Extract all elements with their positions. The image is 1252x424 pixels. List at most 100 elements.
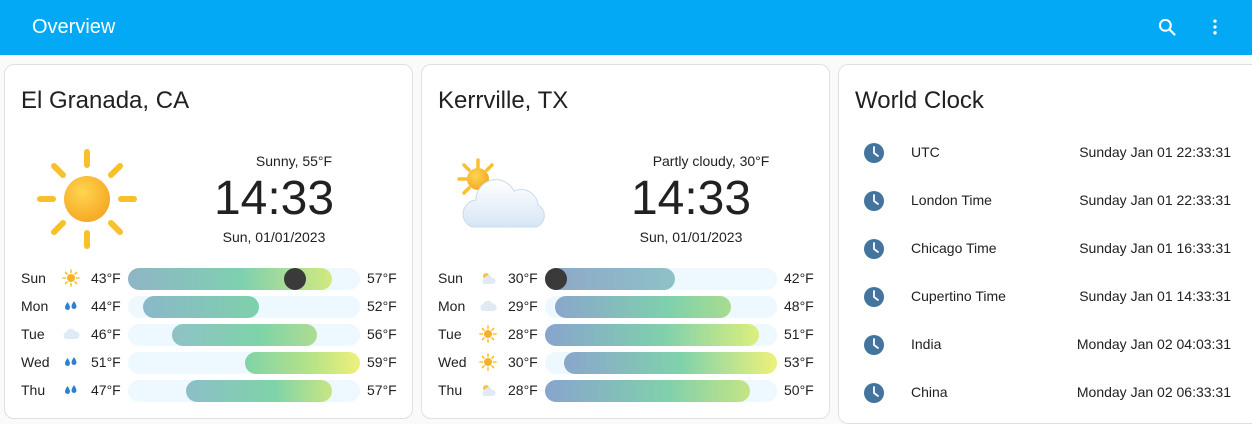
clock-name: India xyxy=(911,336,942,352)
temperature-range-bar xyxy=(128,352,360,374)
clock-icon xyxy=(864,191,884,211)
clock-icon xyxy=(864,143,884,163)
forecast-low: 44°F xyxy=(91,298,121,314)
partly-cloudy-icon xyxy=(482,385,496,396)
clock-icon xyxy=(864,287,884,307)
clock-row: India Monday Jan 02 04:03:31 xyxy=(863,332,1233,358)
forecast-day: Wed xyxy=(21,354,50,370)
current-time: 14:33 xyxy=(630,172,752,225)
temperature-range-bar xyxy=(545,268,777,290)
clock-row: London Time Sunday Jan 01 22:33:31 xyxy=(863,188,1233,214)
temperature-range-bar xyxy=(128,296,360,318)
forecast-high: 42°F xyxy=(784,270,814,286)
forecast-high: 51°F xyxy=(784,326,814,342)
current-date: Sun, 01/01/2023 xyxy=(639,229,743,245)
current-date: Sun, 01/01/2023 xyxy=(222,229,326,245)
sunny-icon xyxy=(479,325,497,343)
temperature-range-bar xyxy=(545,380,777,402)
clock-row: UTC Sunday Jan 01 22:33:31 xyxy=(863,140,1233,166)
forecast-high: 53°F xyxy=(784,354,814,370)
clock-time: Sunday Jan 01 22:33:31 xyxy=(1079,192,1231,208)
forecast-low: 46°F xyxy=(91,326,121,342)
clock-icon xyxy=(864,335,884,355)
clock-name: London Time xyxy=(911,192,992,208)
clock-name: China xyxy=(911,384,948,400)
forecast-day: Mon xyxy=(438,298,466,314)
current-temperature-marker xyxy=(284,268,306,290)
clock-time: Sunday Jan 01 16:33:31 xyxy=(1079,240,1231,256)
clock-row: Cupertino Time Sunday Jan 01 14:33:31 xyxy=(863,284,1233,310)
partly-cloudy-icon xyxy=(482,273,496,284)
forecast-day: Sun xyxy=(21,270,46,286)
forecast-high: 50°F xyxy=(784,382,814,398)
clock-time: Sunday Jan 01 22:33:31 xyxy=(1079,144,1231,160)
forecast-row: Sun 30°F 42°F xyxy=(438,267,818,290)
rain-icon xyxy=(65,385,77,394)
forecast-day: Tue xyxy=(438,326,462,342)
search-icon xyxy=(1158,18,1176,36)
forecast-day: Thu xyxy=(21,382,46,398)
forecast-high: 59°F xyxy=(367,354,397,370)
forecast-day: Mon xyxy=(21,298,49,314)
forecast-row: Tue 28°F 51°F xyxy=(438,323,818,346)
forecast-high: 56°F xyxy=(367,326,397,342)
forecast-day: Tue xyxy=(21,326,45,342)
sunny-icon xyxy=(62,269,80,287)
top-app-bar: Overview xyxy=(0,0,1252,55)
forecast-day: Sun xyxy=(438,270,463,286)
forecast-row: Tue 46°F 56°F xyxy=(21,323,401,346)
cloudy-icon xyxy=(480,300,497,311)
temperature-range-bar xyxy=(128,268,360,290)
forecast-row: Sun 43°F 57°F xyxy=(21,267,401,290)
forecast-low: 28°F xyxy=(508,326,538,342)
forecast-low: 51°F xyxy=(91,354,121,370)
cloudy-icon xyxy=(63,328,80,339)
more-vertical-icon xyxy=(1213,19,1217,35)
forecast-low: 30°F xyxy=(508,354,538,370)
forecast-row: Thu 47°F 57°F xyxy=(21,379,401,402)
weather-card-title: El Granada, CA xyxy=(21,87,190,114)
temperature-range-bar xyxy=(545,324,777,346)
forecast-low: 43°F xyxy=(91,270,121,286)
rain-icon xyxy=(65,301,77,310)
forecast-row: Mon 44°F 52°F xyxy=(21,295,401,318)
current-temperature-marker xyxy=(545,268,567,290)
weather-card-kerrville[interactable]: Kerrville, TX Partly cloudy, 30°F 14:33 … xyxy=(421,64,830,419)
clock-icon xyxy=(864,383,884,403)
page-title: Overview xyxy=(32,16,116,38)
forecast-row: Thu 28°F 50°F xyxy=(438,379,818,402)
partly-cloudy-icon xyxy=(457,158,545,228)
world-clock-title: World Clock xyxy=(855,87,984,114)
clock-icon xyxy=(864,239,884,259)
overflow-menu-button[interactable] xyxy=(1198,10,1232,44)
forecast-day: Wed xyxy=(438,354,467,370)
clock-name: Chicago Time xyxy=(911,240,997,256)
temperature-range-bar xyxy=(545,296,777,318)
weather-card-el-granada[interactable]: El Granada, CA Sunny, 55°F 14:33 Sun, 01… xyxy=(4,64,413,419)
current-time: 14:33 xyxy=(213,172,335,225)
clock-time: Monday Jan 02 06:33:31 xyxy=(1076,384,1231,400)
forecast-day: Thu xyxy=(438,382,463,398)
forecast-high: 52°F xyxy=(367,298,397,314)
forecast-row: Mon 29°F 48°F xyxy=(438,295,818,318)
forecast-row: Wed 30°F 53°F xyxy=(438,351,818,374)
forecast-low: 29°F xyxy=(508,298,538,314)
clock-name: UTC xyxy=(911,144,940,160)
forecast-row: Wed 51°F 59°F xyxy=(21,351,401,374)
search-button[interactable] xyxy=(1150,10,1184,44)
weather-card-title: Kerrville, TX xyxy=(438,87,569,114)
clock-time: Sunday Jan 01 14:33:31 xyxy=(1079,288,1231,304)
current-condition: Partly cloudy, 30°F xyxy=(652,153,770,169)
sunny-icon xyxy=(37,149,137,249)
clock-name: Cupertino Time xyxy=(911,288,1006,304)
clock-row: China Monday Jan 02 06:33:31 xyxy=(863,380,1233,406)
forecast-high: 48°F xyxy=(784,298,814,314)
clock-time: Monday Jan 02 04:03:31 xyxy=(1076,336,1231,352)
temperature-range-bar xyxy=(128,324,360,346)
forecast-low: 30°F xyxy=(508,270,538,286)
forecast-high: 57°F xyxy=(367,270,397,286)
forecast-high: 57°F xyxy=(367,382,397,398)
forecast-low: 28°F xyxy=(508,382,538,398)
world-clock-card[interactable]: World Clock UTC Sunday Jan 01 22:33:31 L… xyxy=(838,64,1252,424)
sunny-icon xyxy=(479,353,497,371)
